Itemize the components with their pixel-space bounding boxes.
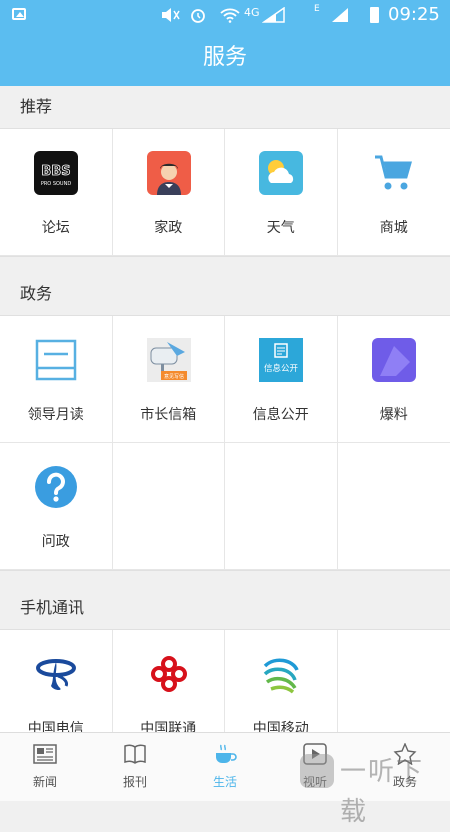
service-item-china-mobile[interactable]: 中国移动 xyxy=(225,630,338,732)
alarm-icon xyxy=(188,7,208,23)
info-icon-text: 信息公开 xyxy=(264,363,299,374)
tab-news[interactable]: 新闻 xyxy=(0,733,90,801)
service-label: 中国电信 xyxy=(0,718,112,732)
network-type-label-2: E xyxy=(314,4,320,14)
empty-cell xyxy=(338,630,450,732)
tab-newspaper[interactable]: 报刊 xyxy=(90,733,180,801)
service-label: 领导月读 xyxy=(0,404,112,424)
bbs-icon-text: BBS xyxy=(41,164,70,179)
clock: 09:25 xyxy=(388,4,440,25)
info-public-icon: 信息公开 xyxy=(259,338,303,382)
image-notification-icon xyxy=(12,8,26,20)
service-label: 商城 xyxy=(338,217,450,237)
question-icon xyxy=(34,465,78,509)
battery-icon xyxy=(370,7,379,23)
service-label: 家政 xyxy=(113,217,225,237)
network-type-label: 4G xyxy=(244,6,260,19)
service-item-forum[interactable]: BBS PRO SOUND 论坛 xyxy=(0,129,113,256)
service-item-mayor-mailbox[interactable]: 意见写信 市长信箱 xyxy=(113,316,226,443)
recommend-grid: BBS PRO SOUND 论坛 家政 天气 xyxy=(0,128,450,257)
service-item-weather[interactable]: 天气 xyxy=(225,129,338,256)
status-bar: 4G E 09:25 xyxy=(0,0,450,30)
service-label: 中国移动 xyxy=(225,718,337,732)
service-item-leader-reading[interactable]: 领导月读 xyxy=(0,316,113,443)
section-title-government: 政务 xyxy=(0,273,450,315)
mailbox-icon: 意见写信 xyxy=(147,338,191,382)
section-title-mobile: 手机通讯 xyxy=(0,587,450,629)
tipoff-icon xyxy=(372,338,416,382)
book-icon xyxy=(123,743,147,765)
service-label: 问政 xyxy=(0,531,112,551)
coffee-icon xyxy=(213,743,237,765)
service-label: 中国联通 xyxy=(113,718,225,732)
services-content: 推荐 BBS PRO SOUND 论坛 家政 xyxy=(0,86,450,732)
watermark-text: 一听下载 xyxy=(340,752,450,832)
service-item-china-unicom[interactable]: 中国联通 xyxy=(113,630,226,732)
watermark-logo-icon xyxy=(300,754,334,788)
tab-life[interactable]: 生活 xyxy=(180,733,270,801)
service-label: 爆料 xyxy=(338,404,450,424)
china-unicom-icon xyxy=(147,652,191,696)
china-mobile-icon xyxy=(259,652,303,696)
mailbox-icon-text: 意见写信 xyxy=(163,373,183,380)
service-label: 论坛 xyxy=(0,217,112,237)
service-item-inquiry[interactable]: 问政 xyxy=(0,443,113,570)
service-label: 天气 xyxy=(225,217,337,237)
china-telecom-icon xyxy=(34,652,78,696)
service-item-info-disclosure[interactable]: 信息公开 信息公开 xyxy=(225,316,338,443)
empty-cell xyxy=(338,443,450,570)
tab-label: 生活 xyxy=(180,773,270,790)
tab-label: 新闻 xyxy=(0,773,90,790)
section-title-recommend: 推荐 xyxy=(0,86,450,128)
wifi-icon xyxy=(220,7,240,23)
section-gap xyxy=(0,257,450,273)
signal-icon xyxy=(262,7,286,23)
service-item-mall[interactable]: 商城 xyxy=(338,129,450,256)
tab-label: 报刊 xyxy=(90,773,180,790)
bbs-icon: BBS PRO SOUND xyxy=(34,151,78,195)
service-label: 信息公开 xyxy=(225,404,337,424)
housekeeping-icon xyxy=(147,151,191,195)
government-grid: 领导月读 意见写信 市长信箱 信息公开 信息公开 xyxy=(0,315,450,571)
empty-cell xyxy=(225,443,338,570)
signal-icon-2 xyxy=(330,7,350,23)
empty-cell xyxy=(113,443,226,570)
service-item-china-telecom[interactable]: 中国电信 xyxy=(0,630,113,732)
weather-icon xyxy=(259,151,303,195)
section-gap xyxy=(0,571,450,587)
page-title: 服务 xyxy=(0,30,450,86)
mute-icon xyxy=(160,7,180,23)
watermark: 一听下载 xyxy=(300,752,450,792)
mobile-grid: 中国电信 中国联通 中国移动 xyxy=(0,629,450,732)
service-item-housekeeping[interactable]: 家政 xyxy=(113,129,226,256)
service-label: 市长信箱 xyxy=(113,404,225,424)
bbs-icon-subtext: PRO SOUND xyxy=(41,181,72,187)
shopping-cart-icon xyxy=(372,151,416,195)
newspaper-icon xyxy=(33,743,57,765)
service-item-tipoff[interactable]: 爆料 xyxy=(338,316,450,443)
document-icon xyxy=(34,338,78,382)
